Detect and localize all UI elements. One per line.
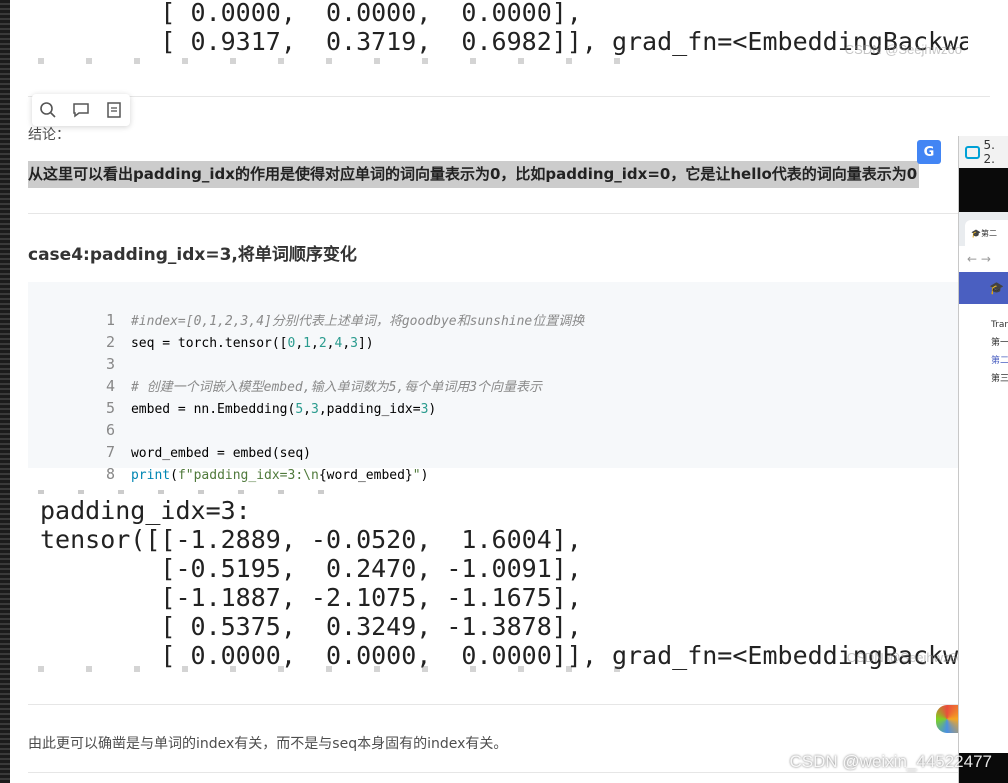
course-list: Tran 第一 第二 第三 (959, 304, 1008, 388)
image-watermark: CSDN @Seejhwz6o (844, 42, 962, 57)
image-watermark: CSDN @Seejhwz6o (846, 650, 964, 665)
code-text: ,padding_idx= (318, 402, 421, 417)
cropped-text-remnant (38, 490, 338, 494)
divider (28, 772, 990, 773)
note-icon[interactable] (104, 100, 124, 120)
selection-toolbar (32, 94, 130, 126)
highlighted-conclusion[interactable]: 从这里可以看出padding_idx的作用是使得对应单词的词向量表示为0，比如p… (28, 161, 920, 188)
code-number: 1 (303, 336, 311, 351)
bottom-output-image: padding_idx=3: tensor([[-1.2889, -0.0520… (28, 490, 968, 672)
background-strip (0, 0, 10, 783)
code-text: , (295, 336, 304, 351)
bilibili-icon (965, 145, 980, 159)
code-text: , (342, 336, 351, 351)
code-text: {word_embed} (318, 468, 413, 483)
list-item[interactable]: 第一 (991, 334, 1008, 352)
code-text: ( (170, 468, 178, 483)
output-line: tensor([[-1.2889, -0.0520, 1.6004], (40, 525, 582, 554)
list-item[interactable]: Tran (991, 316, 1008, 334)
output-line: [-0.5195, 0.2470, -1.0091], (40, 554, 582, 583)
code-text: seq = torch.tensor([ (130, 336, 288, 351)
code-keyword: print (130, 468, 171, 483)
code-line: 2 seq = torch.tensor([0,1,2,4,3]) (28, 309, 374, 351)
code-line: 3 (28, 331, 131, 373)
code-text: ) (428, 402, 437, 417)
article-page: [ 0.0000, 0.0000, 0.0000], [ 0.9317, 0.3… (10, 0, 1008, 783)
window-titlebar: 5. 2. (959, 136, 1008, 168)
code-text: ) (420, 468, 429, 483)
floating-ai-icon[interactable] (936, 705, 958, 733)
code-string: f"padding_idx=3:\n (177, 468, 319, 483)
translate-icon[interactable]: G (917, 140, 941, 164)
site-header: 🎓 (959, 272, 1008, 304)
side-browser-window[interactable]: 5. 2. 🎓 第二 ← → 🎓 Tran 第一 第二 第三 (958, 136, 1008, 783)
code-number: 3 (350, 336, 358, 351)
cropped-text-remnant (38, 58, 638, 64)
browser-tabbar: 🎓 第二 (959, 212, 1008, 246)
search-icon[interactable] (38, 100, 58, 120)
browser-nav[interactable]: ← → (959, 246, 1008, 272)
code-text: , (311, 336, 319, 351)
list-item[interactable]: 第二 (991, 352, 1008, 370)
code-number: 5 (295, 402, 304, 417)
paragraph: 由此更可以确凿是与单词的index有关，而不是与seq本身固有的index有关。 (28, 736, 508, 752)
code-string: " (412, 468, 421, 483)
conclusion-label: 结论： (28, 127, 70, 143)
output-line: [-1.1887, -2.1075, -1.1675], (40, 583, 582, 612)
top-output-image: [ 0.0000, 0.0000, 0.0000], [ 0.9317, 0.3… (28, 0, 968, 64)
code-line: 7 word_embed = embed(seq) (28, 419, 311, 461)
output-line: padding_idx=3: (40, 496, 251, 525)
browser-tab[interactable]: 🎓 第二 (965, 220, 1008, 246)
cropped-text-remnant (38, 666, 638, 672)
code-block[interactable]: 1 #index=[0,1,2,3,4]分别代表上述单词，将goodbye和sun… (28, 282, 968, 483)
divider (28, 213, 990, 214)
divider (28, 96, 990, 97)
code-number: 3 (311, 402, 319, 417)
top-output-line-1: [ 0.0000, 0.0000, 0.0000], (40, 0, 582, 27)
line-number: 8 (105, 465, 115, 483)
code-line: 6 (28, 397, 131, 439)
code-line: 4 # 创建一个词嵌入模型embed,输入单词数为5,每个单词用3个向量表示 (28, 353, 542, 395)
csdn-watermark: CSDN @weixin_44522477 (789, 752, 992, 771)
code-line: 1 #index=[0,1,2,3,4]分别代表上述单词，将goodbye和sun… (28, 287, 584, 329)
section-heading: case4:padding_idx=3,将单词顺序变化 (28, 245, 357, 265)
code-text: , (303, 402, 311, 417)
code-text: ]) (357, 336, 374, 351)
code-text: embed = nn.Embedding( (130, 402, 296, 417)
list-item[interactable]: 第三 (991, 370, 1008, 388)
graduation-cap-icon: 🎓 (989, 281, 1004, 295)
window-title: 5. 2. (983, 138, 995, 166)
code-line: 5 embed = nn.Embedding(5,3,padding_idx=3) (28, 375, 436, 417)
video-area (959, 168, 1008, 212)
top-output-line-2: [ 0.9317, 0.3719, 0.6982]], grad_fn=<Emb… (40, 27, 968, 56)
code-number: 2 (318, 336, 327, 351)
comment-icon[interactable] (71, 100, 91, 120)
tab-label: 第二 (980, 228, 997, 238)
divider (28, 704, 990, 705)
graduation-cap-icon: 🎓 (971, 228, 981, 238)
output-line: [ 0.5375, 0.3249, -1.3878], (40, 612, 582, 641)
code-line: 8 print(f"padding_idx=3:\n{word_embed}") (28, 441, 428, 483)
